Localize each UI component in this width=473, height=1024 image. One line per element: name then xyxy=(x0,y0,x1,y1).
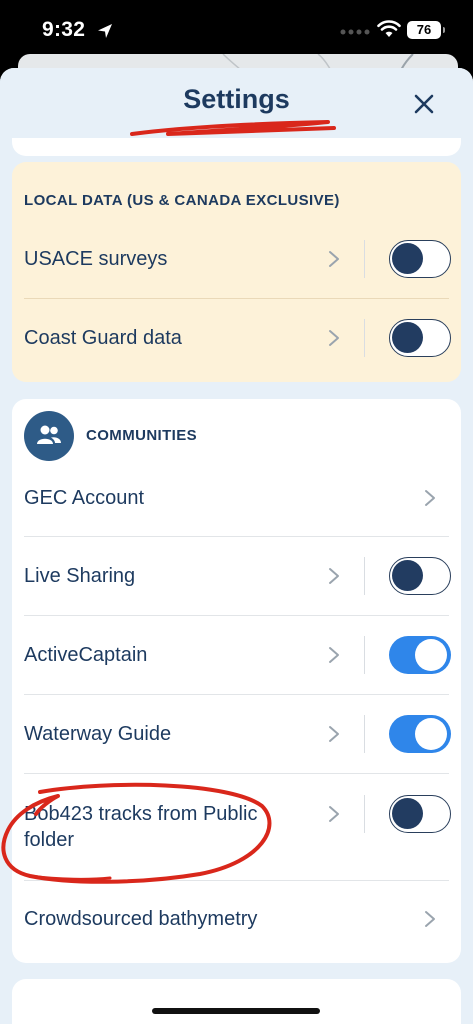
vertical-divider xyxy=(364,240,365,278)
setting-row-gec-account[interactable]: GEC Account xyxy=(12,473,461,537)
row-label: ActiveCaptain xyxy=(24,644,148,666)
page-title: Settings xyxy=(183,84,290,114)
battery-icon: 76 xyxy=(407,21,445,39)
chevron-right-icon[interactable] xyxy=(326,724,342,744)
chevron-right-icon[interactable] xyxy=(326,249,342,269)
location-arrow-icon xyxy=(98,24,112,38)
chevron-right-icon[interactable] xyxy=(326,566,342,586)
vertical-divider xyxy=(364,557,365,595)
toggle-activecaptain[interactable] xyxy=(389,636,451,674)
vertical-divider xyxy=(364,795,365,833)
previous-section-end xyxy=(12,138,461,156)
toggle-coast-guard-data[interactable] xyxy=(389,319,451,357)
section-title-communities: COMMUNITIES xyxy=(86,427,198,444)
setting-row-crowdsourced-bathymetry[interactable]: Crowdsourced bathymetry xyxy=(12,881,461,959)
toggle-live-sharing[interactable] xyxy=(389,557,451,595)
chevron-right-icon[interactable] xyxy=(422,488,438,508)
row-label: USACE surveys xyxy=(24,248,168,270)
status-bar: 9:32 76 xyxy=(0,0,473,62)
row-label: Crowdsourced bathymetry xyxy=(24,908,258,930)
setting-row-waterway-guide[interactable]: Waterway Guide xyxy=(12,695,461,773)
signal-dots-icon xyxy=(340,29,370,35)
chevron-right-icon[interactable] xyxy=(422,909,438,929)
row-label: Waterway Guide xyxy=(24,723,172,745)
setting-row-coast-guard-data[interactable]: Coast Guard data xyxy=(12,299,461,377)
people-icon xyxy=(24,411,74,461)
vertical-divider xyxy=(364,715,365,753)
status-time: 9:32 xyxy=(42,18,86,41)
toggle-waterway-guide[interactable] xyxy=(389,715,451,753)
chevron-right-icon[interactable] xyxy=(326,328,342,348)
sheet-header: Settings xyxy=(0,68,473,136)
setting-row-usace-surveys[interactable]: USACE surveys xyxy=(12,220,461,298)
row-label: GEC Account xyxy=(24,487,145,509)
toggle-bob423-tracks[interactable] xyxy=(389,795,451,833)
setting-row-live-sharing[interactable]: Live Sharing xyxy=(12,537,461,615)
red-circle-annotation xyxy=(1,782,272,884)
row-label: Coast Guard data xyxy=(24,327,182,349)
toggle-usace-surveys[interactable] xyxy=(389,240,451,278)
local-data-card: LOCAL DATA (US & CANADA EXCLUSIVE) USACE… xyxy=(12,162,461,382)
close-icon[interactable] xyxy=(408,88,440,120)
chevron-right-icon[interactable] xyxy=(326,645,342,665)
wifi-icon xyxy=(377,20,401,37)
setting-row-activecaptain[interactable]: ActiveCaptain xyxy=(12,616,461,694)
chevron-right-icon[interactable] xyxy=(326,804,342,824)
vertical-divider xyxy=(364,319,365,357)
next-section-card xyxy=(12,979,461,1024)
row-label: Live Sharing xyxy=(24,565,136,587)
home-indicator[interactable] xyxy=(152,1008,320,1014)
section-title-local-data: LOCAL DATA (US & CANADA EXCLUSIVE) xyxy=(24,192,340,209)
vertical-divider xyxy=(364,636,365,674)
